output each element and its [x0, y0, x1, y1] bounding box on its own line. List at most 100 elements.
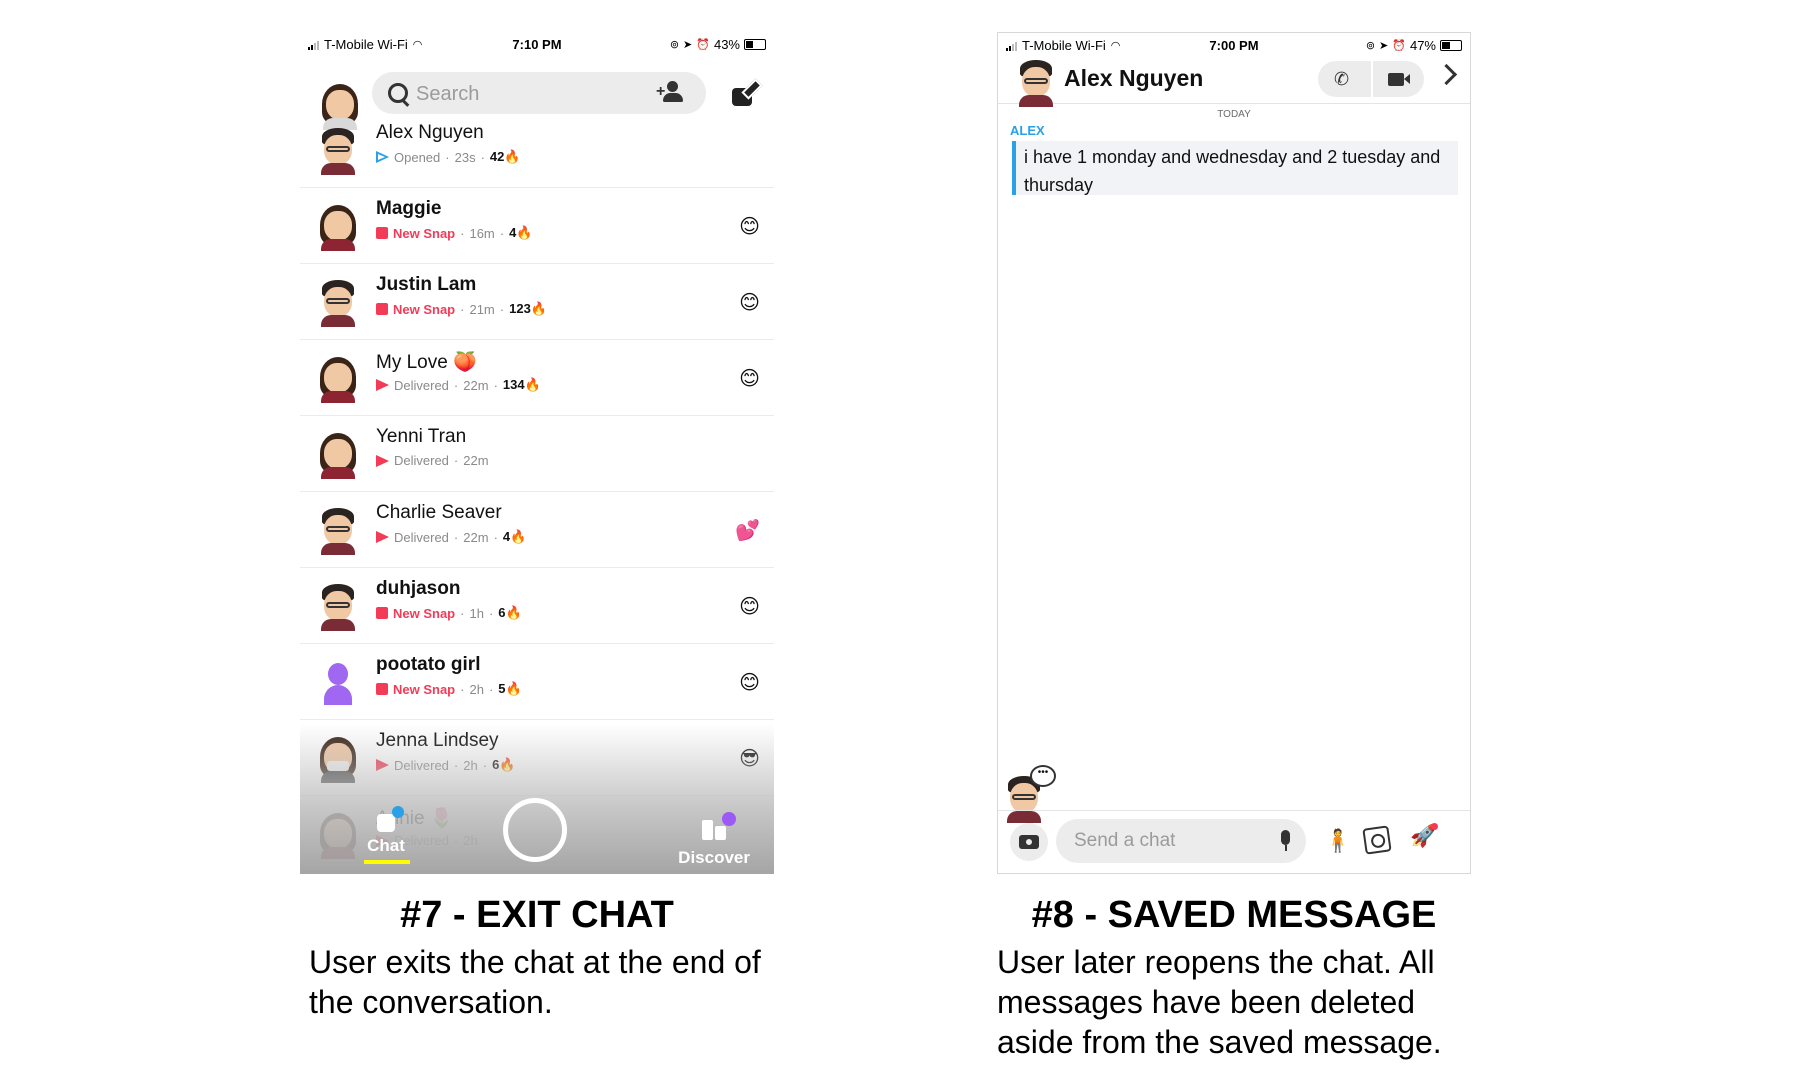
meta-separator: · [480, 149, 485, 165]
friend-emoji: 😊 [739, 672, 760, 694]
typing-bubble-icon: ••• [1030, 765, 1056, 787]
chat-meta: Delivered · 22m · 134🔥 [376, 377, 541, 393]
nav-discover[interactable]: Discover [678, 812, 750, 868]
camera-lens [1024, 837, 1034, 847]
phone-icon[interactable]: ✆ [1334, 69, 1354, 89]
chat-icon [377, 806, 404, 832]
chat-status: Delivered [394, 453, 449, 468]
friend-avatar[interactable] [318, 201, 358, 251]
chat-status: New Snap [393, 681, 456, 697]
new-snap-icon [376, 683, 388, 695]
chat-time: 1h [469, 605, 484, 621]
saved-message[interactable]: i have 1 monday and wednesday and 2 tues… [1012, 141, 1458, 195]
meta-separator: · [453, 453, 459, 468]
new-snap-icon [376, 303, 388, 315]
friend-emoji: 😊 [739, 216, 760, 238]
chat-list-screen: T-Mobile Wi-Fi ◠ 7:10 PM ⊚ ➤ ⏰ 43% Searc… [300, 32, 774, 874]
day-divider: TODAY [1217, 109, 1251, 120]
chat-name: Yenni Tran [376, 426, 467, 447]
message-sender: ALEX [1010, 123, 1045, 138]
meta-separator: · [499, 301, 505, 317]
chat-screen: T-Mobile Wi-Fi ◠ 7:00 PM ⊚ ➤ ⏰ 47% Alex … [997, 32, 1471, 874]
right-caption-description: User later reopens the chat. All message… [997, 944, 1442, 1060]
chevron-right-icon[interactable] [1435, 63, 1458, 86]
meta-separator: · [488, 605, 494, 621]
meta-separator: · [460, 225, 465, 241]
battery-icon [1440, 40, 1462, 51]
chat-meta: Delivered · 22m · 4🔥 [376, 529, 526, 545]
capture-button[interactable] [503, 798, 567, 862]
chat-status: Opened [394, 149, 441, 165]
chat-time: 21m [469, 301, 495, 317]
new-chat-icon[interactable] [732, 78, 763, 108]
video-call-icon[interactable] [1388, 73, 1410, 86]
friend-avatar[interactable] [1016, 57, 1056, 107]
chat-row[interactable]: Charlie Seaver Delivered · 22m · 4🔥 💕 [300, 492, 774, 568]
discover-icon [700, 812, 737, 842]
streak-count: 4🔥 [509, 225, 533, 240]
stickers-icon[interactable] [1362, 825, 1392, 855]
streak-count: 5🔥 [498, 681, 522, 696]
chat-row[interactable]: Justin Lam New Snap · 21m · 123🔥 😊 [300, 264, 774, 340]
chat-time: 22m [463, 529, 489, 545]
bitmoji-icon[interactable]: 🧍 [1318, 821, 1358, 861]
streak-count: 134🔥 [502, 377, 541, 392]
meta-separator: · [453, 529, 459, 545]
chat-name: pootato girl [376, 654, 481, 675]
chat-badge [392, 806, 404, 818]
friend-avatar[interactable] [318, 277, 358, 327]
chat-row[interactable]: Maggie New Snap · 16m · 4🔥 😊 [300, 188, 774, 264]
chat-row[interactable]: duhjason New Snap · 1h · 6🔥 😊 [300, 568, 774, 644]
right-caption-title: #8 - SAVED MESSAGE [1031, 894, 1437, 936]
chat-header: Alex Nguyen ✆ [998, 55, 1470, 107]
chat-meta: New Snap · 21m · 123🔥 [376, 301, 547, 317]
chat-row[interactable]: My Love 🍑 Delivered · 22m · 134🔥 😊 [300, 340, 774, 416]
chat-name: Maggie [376, 198, 442, 219]
friend-emoji: 😊 [739, 368, 760, 390]
camera-button[interactable] [1010, 823, 1048, 861]
meta-separator: · [445, 149, 450, 165]
chat-time: 2h [469, 681, 484, 697]
friend-avatar[interactable] [318, 429, 358, 479]
chat-status: New Snap [393, 225, 456, 241]
chat-row[interactable]: Alex Nguyen Opened · 23s · 42🔥 [300, 112, 774, 188]
streak-count: 6🔥 [498, 605, 522, 620]
status-bar: T-Mobile Wi-Fi ◠ 7:00 PM ⊚ ➤ ⏰ 47% [998, 33, 1470, 55]
new-snap-icon [376, 607, 388, 619]
chat-input[interactable]: Send a chat [1056, 819, 1306, 863]
meta-separator: · [499, 225, 505, 241]
games-rocket-icon[interactable]: 🚀 [1410, 823, 1438, 853]
chat-time: 23s [454, 149, 476, 165]
chat-time: 22m [463, 453, 489, 468]
chat-row[interactable]: Yenni Tran Delivered · 22m [300, 416, 774, 492]
chat-input-bar: Send a chat 🧍 🚀 [998, 810, 1470, 873]
friend-avatar[interactable] [318, 657, 358, 705]
search-icon [388, 83, 408, 103]
left-caption-description: User exits the chat at the end of the co… [309, 944, 761, 1020]
rotation-lock-icon: ⊚ [669, 39, 680, 51]
meta-separator: · [460, 605, 465, 621]
nav-chat[interactable]: Chat [364, 806, 410, 864]
opened-icon [376, 151, 389, 163]
status-bar: T-Mobile Wi-Fi ◠ 7:10 PM ⊚ ➤ ⏰ 43% [300, 32, 774, 54]
friend-avatar[interactable] [318, 353, 358, 403]
chat-row[interactable]: pootato girl New Snap · 2h · 5🔥 😊 [300, 644, 774, 720]
left-caption-title: #7 - EXIT CHAT [400, 894, 674, 936]
friend-avatar[interactable] [318, 125, 358, 175]
chat-name: Alex Nguyen [376, 122, 484, 143]
streak-count: 4🔥 [502, 529, 527, 544]
microphone-icon[interactable] [1281, 830, 1290, 851]
location-icon: ➤ [1379, 40, 1389, 52]
delivered-icon [376, 454, 389, 467]
chat-title[interactable]: Alex Nguyen [1064, 65, 1203, 92]
chat-meta: Opened · 23s · 42🔥 [376, 149, 521, 165]
battery-percent: 43% [713, 37, 740, 52]
friend-avatar[interactable] [318, 505, 358, 555]
meta-separator: · [493, 529, 498, 545]
add-friend-icon[interactable]: + [656, 81, 684, 103]
search-bar[interactable]: Search + [372, 72, 706, 114]
location-icon: ➤ [683, 39, 693, 51]
games-badge [1431, 823, 1438, 830]
meta-separator: · [488, 681, 494, 697]
friend-avatar[interactable] [318, 581, 358, 631]
